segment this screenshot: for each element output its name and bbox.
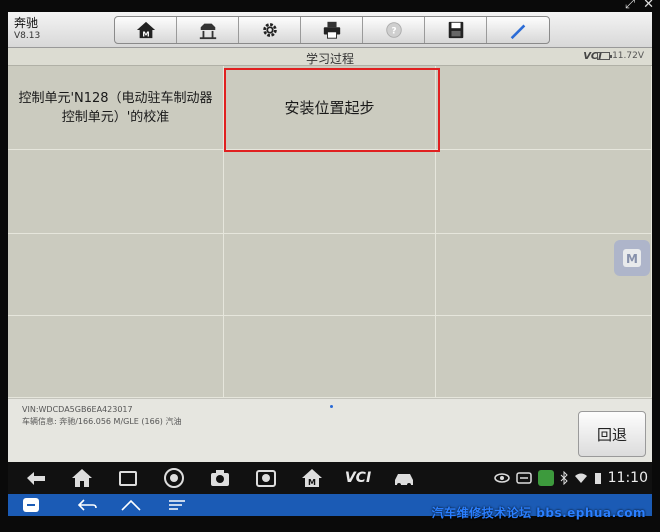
back-nav-button[interactable]	[18, 464, 54, 492]
svg-text:?: ?	[391, 27, 396, 37]
grid-cell	[8, 234, 224, 316]
footer-info: VIN:WDCDA5GB6EA423017 车辆信息: 奔驰/166.056 M…	[8, 398, 652, 462]
camera-button[interactable]	[202, 464, 238, 492]
vci-button[interactable]: VCI	[340, 464, 376, 492]
app-header: 奔驰 V8.13 M ?	[8, 12, 652, 48]
grid-cell	[8, 150, 224, 234]
grid-cell	[224, 234, 436, 316]
house-icon	[72, 469, 92, 487]
menu-icon[interactable]	[166, 497, 188, 513]
svg-text:M: M	[308, 478, 316, 487]
svg-text:M: M	[626, 252, 638, 266]
help-button[interactable]: ?	[363, 17, 425, 43]
clock: 11:10	[607, 470, 648, 486]
screen: ⤢ ✕ 奔驰 V8.13 M ? 学习过程 VCI 11.72V 控制单元'N1…	[0, 0, 660, 532]
battery-voltage: 11.72V	[597, 51, 644, 61]
brand: 奔驰 V8.13	[14, 17, 40, 43]
procedure-step: 安装位置起步	[284, 99, 375, 117]
version-label: V8.13	[14, 31, 41, 41]
expand-icon[interactable]: ⤢	[625, 0, 635, 12]
watermark-text: 汽车维修技术论坛 bbs.ephua.com	[431, 506, 646, 520]
help-icon: ?	[385, 22, 402, 38]
download-icon	[537, 470, 554, 486]
home-icon: M	[136, 21, 155, 38]
vci-label: VCI	[344, 470, 372, 486]
gallery-icon	[256, 470, 276, 487]
bluetooth-icon	[560, 471, 568, 485]
indicator-dot	[330, 405, 333, 408]
vehicle-info-text: 车辆信息: 奔驰/166.056 M/GLE (166) 汽油	[22, 417, 182, 426]
gallery-button[interactable]	[248, 464, 284, 492]
m-logo-icon: M	[623, 249, 641, 267]
vin-text: VIN:WDCDA5GB6EA423017	[22, 405, 133, 414]
android-nav-bar: M VCI 11:10	[8, 462, 652, 494]
floating-menu-button[interactable]: M	[614, 240, 650, 276]
save-icon	[448, 21, 463, 39]
eye-icon	[493, 473, 510, 483]
remote-app-icon[interactable]	[22, 497, 40, 513]
brand-name: 奔驰	[14, 16, 39, 30]
sub-header: 学习过程 VCI 11.72V	[8, 48, 652, 66]
m-home-icon: M	[302, 469, 322, 487]
grid-cell	[224, 316, 436, 398]
gear-icon	[262, 23, 277, 37]
printer-icon	[323, 21, 340, 39]
home-button[interactable]: M	[115, 17, 177, 43]
battery-value: 11.72V	[612, 51, 644, 61]
back-button[interactable]: 回退	[578, 411, 646, 457]
close-icon[interactable]: ✕	[643, 0, 654, 12]
back-arrow-icon	[27, 472, 45, 485]
grid-cell	[436, 150, 652, 234]
svg-text:M: M	[142, 29, 149, 38]
grid-cell	[8, 316, 224, 398]
print-button[interactable]	[301, 17, 363, 43]
home-outline-icon[interactable]	[120, 497, 142, 513]
grid-cell	[224, 150, 436, 234]
recent-apps-icon	[119, 471, 137, 486]
status-area: 11:10	[493, 466, 648, 490]
back-arrow-icon[interactable]	[76, 497, 98, 513]
remote-icon	[515, 472, 532, 484]
grid-cell	[436, 316, 652, 398]
battery-status-icon	[594, 473, 601, 484]
battery-icon	[597, 52, 613, 60]
diag-home-button[interactable]: M	[294, 464, 330, 492]
annotate-button[interactable]	[487, 17, 549, 43]
wifi-icon	[574, 473, 587, 483]
toolbar: M ?	[114, 16, 550, 44]
grid-cell	[436, 66, 652, 150]
procedure-grid: 控制单元'N128（电动驻车制动器控制单元）'的校准 安装位置起步	[8, 66, 652, 398]
save-button[interactable]	[425, 17, 487, 43]
car-lift-button[interactable]	[177, 17, 239, 43]
home-nav-button[interactable]	[64, 464, 100, 492]
window-controls: ⤢ ✕	[625, 0, 654, 12]
chrome-button[interactable]	[156, 464, 192, 492]
settings-button[interactable]	[239, 17, 301, 43]
car-icon	[395, 474, 413, 487]
pen-icon	[510, 24, 526, 40]
chrome-icon	[164, 468, 184, 488]
recent-apps-button[interactable]	[110, 464, 146, 492]
grid-cell-label: 控制单元'N128（电动驻车制动器控制单元）'的校准	[8, 66, 224, 150]
grid-cell-step[interactable]: 安装位置起步	[224, 66, 436, 150]
page-title: 学习过程	[305, 52, 354, 66]
camera-icon	[211, 470, 229, 486]
car-button[interactable]	[386, 464, 422, 492]
car-lift-icon	[199, 23, 216, 40]
procedure-label: 控制单元'N128（电动驻车制动器控制单元）'的校准	[18, 90, 213, 125]
